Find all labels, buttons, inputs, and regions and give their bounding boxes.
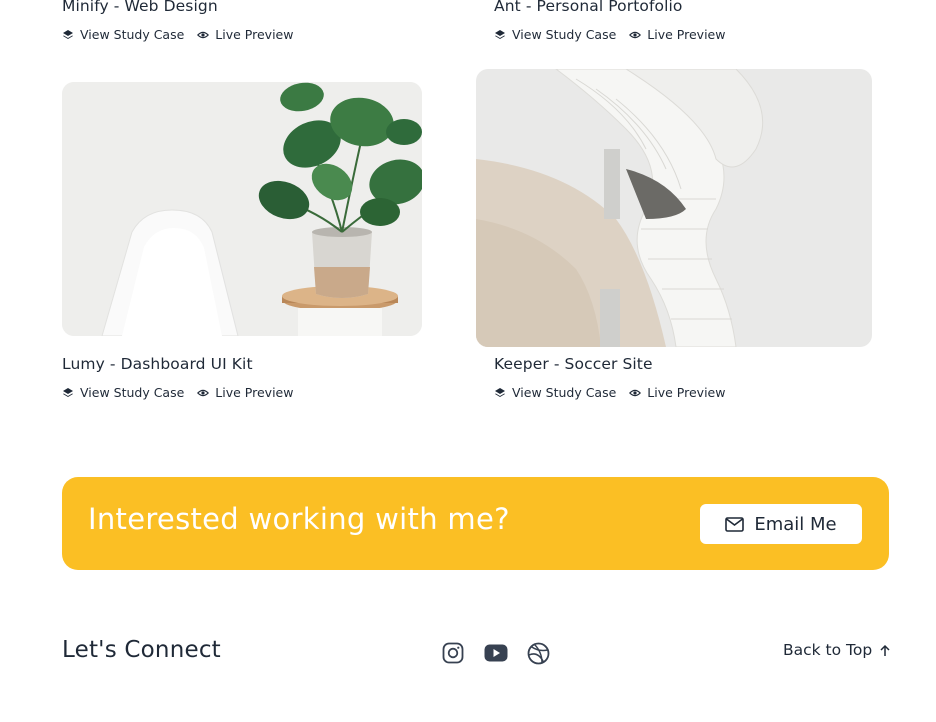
eye-icon bbox=[197, 31, 210, 38]
live-preview-label: Live Preview bbox=[647, 27, 726, 42]
project-title-minify: Minify - Web Design bbox=[62, 0, 218, 15]
live-preview-link[interactable]: Live Preview bbox=[629, 385, 725, 400]
view-study-case-link[interactable]: View Study Case bbox=[62, 27, 184, 42]
view-study-case-link[interactable]: View Study Case bbox=[494, 385, 616, 400]
project-links-ant: View Study Case Live Preview bbox=[494, 27, 725, 42]
project-links-keeper: View Study Case Live Preview bbox=[494, 385, 725, 400]
eye-icon bbox=[197, 389, 210, 396]
layers-icon bbox=[63, 387, 73, 397]
project-title-ant: Ant - Personal Portofolio bbox=[494, 0, 683, 15]
layers-icon bbox=[495, 29, 505, 39]
view-study-case-label: View Study Case bbox=[80, 27, 185, 42]
live-preview-label: Live Preview bbox=[215, 27, 294, 42]
eye-icon bbox=[629, 389, 642, 396]
dribbble-icon bbox=[527, 642, 549, 664]
project-links-minify: View Study Case Live Preview bbox=[62, 27, 293, 42]
view-study-case-link[interactable]: View Study Case bbox=[494, 27, 616, 42]
live-preview-label: Live Preview bbox=[215, 385, 294, 400]
live-preview-link[interactable]: Live Preview bbox=[629, 27, 725, 42]
layers-icon bbox=[495, 387, 505, 397]
project-thumbnail-lumy[interactable] bbox=[62, 82, 422, 336]
project-title-keeper: Keeper - Soccer Site bbox=[494, 355, 653, 373]
arrow-up-icon bbox=[880, 644, 890, 656]
email-me-label: Email Me bbox=[754, 513, 837, 535]
project-title-lumy: Lumy - Dashboard UI Kit bbox=[62, 355, 253, 373]
footer-title: Let's Connect bbox=[62, 637, 221, 663]
plant-and-chair-image bbox=[62, 82, 422, 336]
instagram-icon bbox=[442, 642, 464, 664]
dribbble-link[interactable] bbox=[525, 640, 551, 666]
view-study-case-label: View Study Case bbox=[512, 385, 617, 400]
view-study-case-link[interactable]: View Study Case bbox=[62, 385, 184, 400]
project-thumbnail-keeper[interactable] bbox=[476, 69, 872, 347]
instagram-link[interactable] bbox=[440, 640, 466, 666]
live-preview-label: Live Preview bbox=[647, 385, 726, 400]
live-preview-link[interactable]: Live Preview bbox=[197, 385, 293, 400]
cta-heading: Interested working with me? bbox=[88, 502, 510, 536]
view-study-case-label: View Study Case bbox=[80, 385, 185, 400]
view-study-case-label: View Study Case bbox=[512, 27, 617, 42]
layers-icon bbox=[63, 29, 73, 39]
youtube-link[interactable] bbox=[483, 640, 509, 666]
eye-icon bbox=[629, 31, 642, 38]
back-to-top-link[interactable]: Back to Top bbox=[783, 641, 891, 659]
live-preview-link[interactable]: Live Preview bbox=[197, 27, 293, 42]
back-to-top-label: Back to Top bbox=[783, 641, 873, 659]
mail-icon bbox=[725, 516, 745, 532]
email-me-button[interactable]: Email Me bbox=[700, 504, 862, 544]
curved-building-image bbox=[476, 69, 872, 347]
project-links-lumy: View Study Case Live Preview bbox=[62, 385, 293, 400]
youtube-icon bbox=[484, 644, 508, 662]
